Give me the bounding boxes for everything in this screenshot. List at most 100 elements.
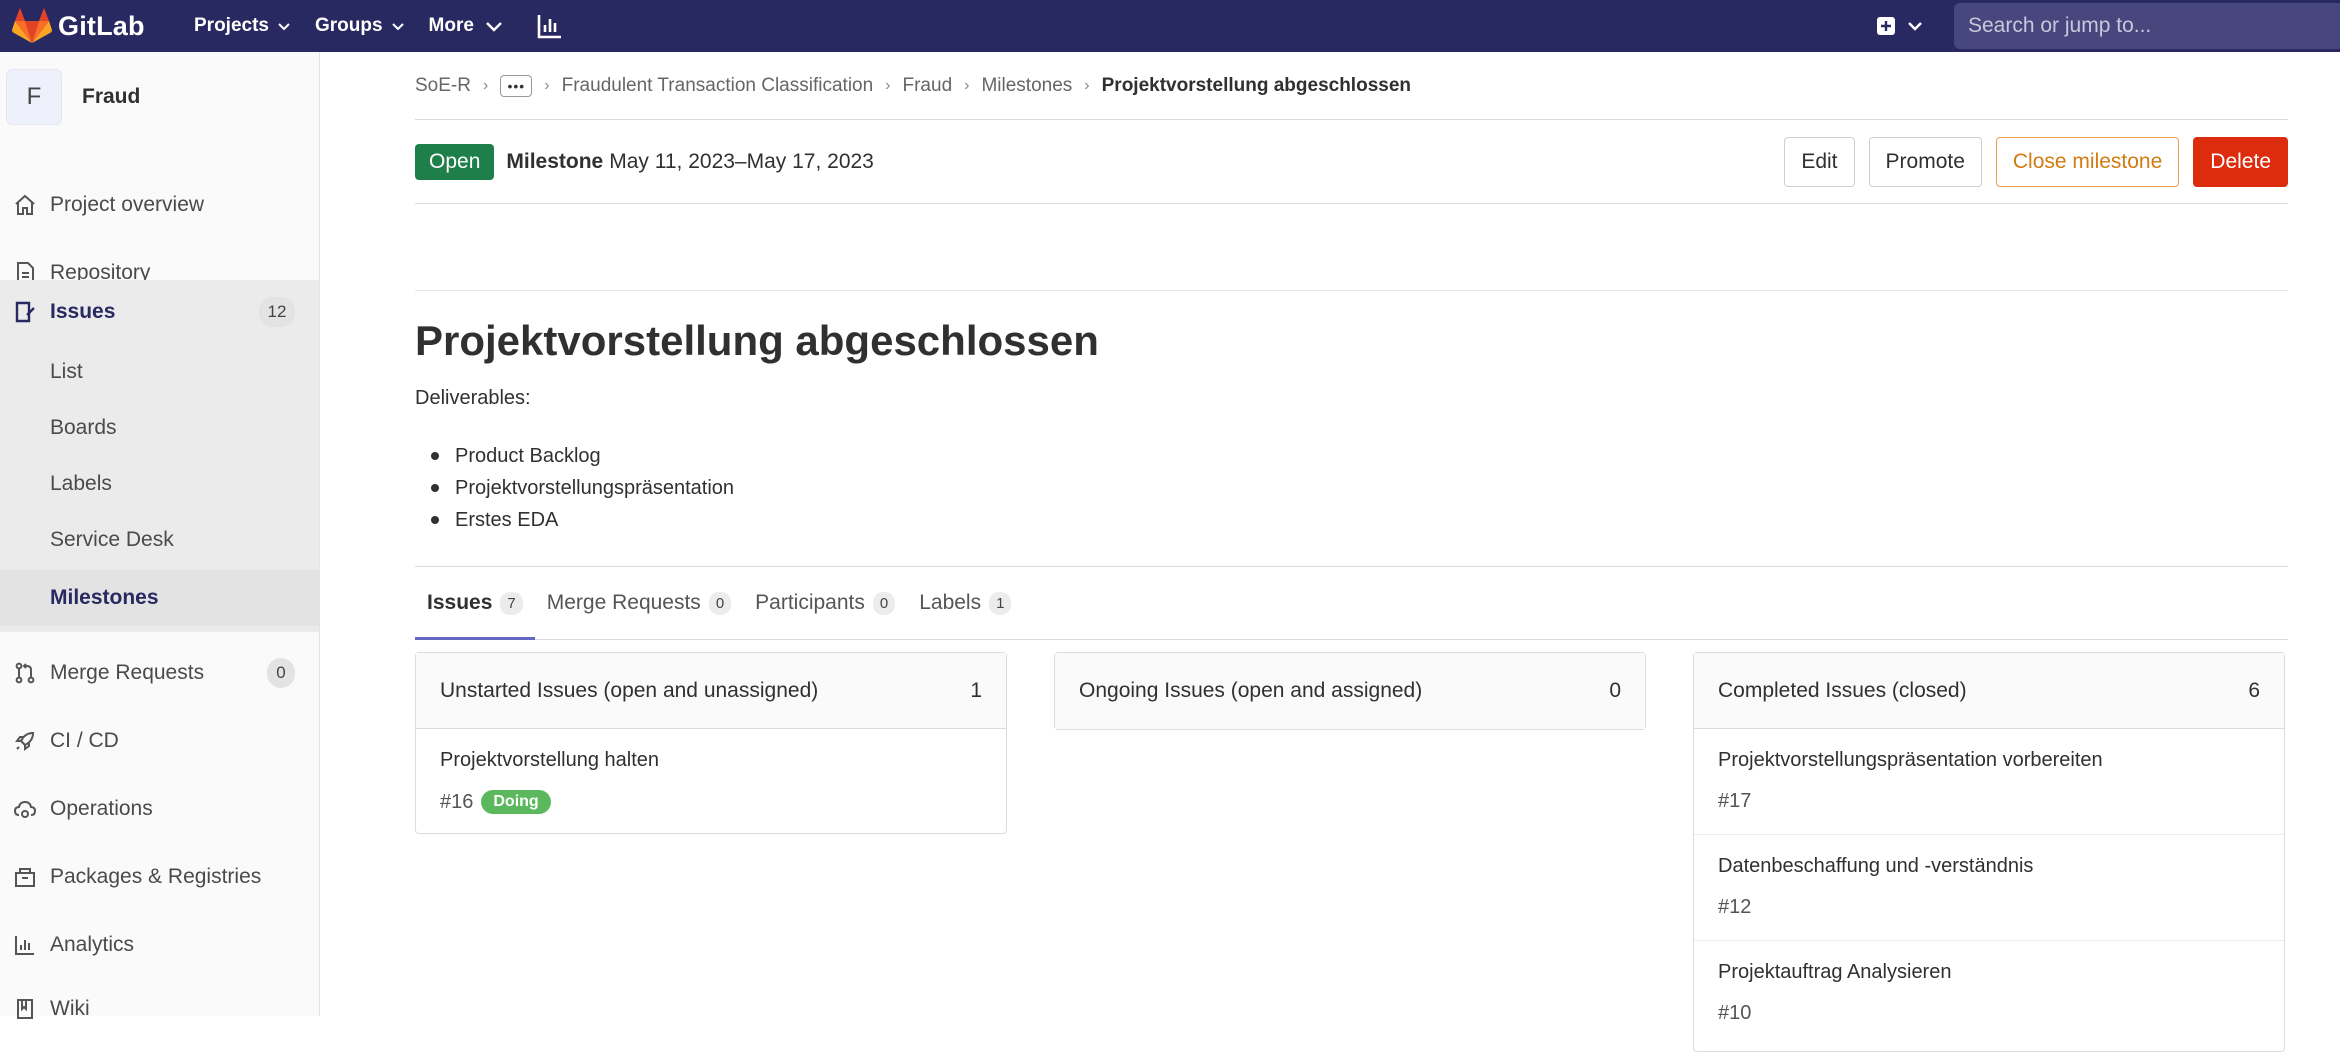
issue-title[interactable]: Datenbeschaffung und -verständnis (1718, 855, 2260, 878)
breadcrumb: SoE-R › ••• › Fraudulent Transaction Cla… (415, 52, 2288, 120)
issue-meta: #16 Doing (440, 790, 982, 814)
delete-button[interactable]: Delete (2193, 136, 2288, 187)
breadcrumb-item[interactable]: Fraud (903, 75, 953, 97)
milestone-dates: May 11, 2023–May 17, 2023 (609, 149, 874, 173)
breadcrumb-item[interactable]: Milestones (981, 75, 1072, 97)
stats-chart-icon[interactable] (536, 12, 564, 40)
sidebar-item-label: Project overview (50, 193, 205, 216)
panel-title: Ongoing Issues (open and assigned) (1079, 679, 1423, 702)
issue-ref: #12 (1718, 896, 1752, 918)
chevron-down-icon (1908, 22, 1922, 31)
sidebar-subitem-list[interactable]: List (0, 344, 319, 400)
tanuki-icon (12, 8, 52, 43)
project-header[interactable]: F Fraud (0, 52, 319, 142)
breadcrumb-expand-button[interactable]: ••• (500, 74, 533, 97)
tab-participants[interactable]: Participants 0 (743, 567, 907, 639)
panel-count: 1 (970, 678, 982, 702)
sidebar-subitem-service-desk[interactable]: Service Desk (0, 512, 319, 568)
chevron-right-icon: › (482, 76, 489, 94)
breadcrumb-item[interactable]: Fraudulent Transaction Classification (562, 75, 874, 97)
issue-item[interactable]: Projektvorstellung halten #16 Doing (416, 729, 1006, 833)
completed-issues-panel: Completed Issues (closed) 6 Projektvorst… (1693, 652, 2285, 1052)
panel-count: 0 (1609, 679, 1621, 702)
package-icon (12, 864, 38, 890)
ongoing-issues-panel: Ongoing Issues (open and assigned) 0 (1054, 652, 1646, 730)
issue-title[interactable]: Projektauftrag Analysieren (1718, 961, 2260, 984)
milestone-tabs: Issues 7 Merge Requests 0 Participants 0… (415, 566, 2288, 640)
chevron-right-icon: › (885, 76, 891, 94)
breadcrumb-item[interactable]: SoE-R (415, 75, 471, 97)
sidebar-item-operations[interactable]: Operations (0, 780, 319, 838)
nav-projects[interactable]: Projects (194, 15, 291, 37)
sidebar-item-label: Merge Requests (50, 661, 205, 684)
sidebar-subitem-label: Service Desk (50, 528, 174, 551)
close-milestone-button[interactable]: Close milestone (1995, 136, 2180, 187)
list-item-text: Projektvorstellungspräsentation (455, 476, 735, 499)
tab-issues[interactable]: Issues 7 (415, 567, 535, 640)
panel-title: Completed Issues (closed) (1718, 678, 1967, 702)
tab-labels[interactable]: Labels 1 (907, 567, 1023, 639)
list-item: Product Backlog (415, 440, 2288, 472)
sidebar-item-issues[interactable]: Issues 12 (0, 280, 319, 344)
promote-button[interactable]: Promote (1868, 136, 1982, 187)
sidebar-subitem-label: List (50, 360, 83, 383)
unstarted-issues-panel: Unstarted Issues (open and unassigned) 1… (415, 652, 1007, 834)
chevron-right-icon: › (1084, 76, 1090, 94)
issue-item[interactable]: Projektvorstellungspräsentation vorberei… (1694, 729, 2284, 835)
issue-title[interactable]: Projektvorstellungspräsentation vorberei… (1718, 749, 2260, 772)
chevron-right-icon: › (544, 76, 550, 94)
tab-count-badge: 0 (708, 591, 732, 615)
merge-requests-count-badge: 0 (267, 658, 295, 688)
issues-icon (12, 299, 38, 325)
divider (415, 290, 2288, 291)
tab-count-badge: 1 (989, 591, 1012, 615)
issue-meta: #12 (1718, 896, 2260, 919)
issue-item[interactable]: Projektauftrag Analysieren #10 (1694, 941, 2284, 1047)
tab-merge-requests[interactable]: Merge Requests 0 (535, 567, 743, 639)
sidebar-item-wiki[interactable]: Wiki (0, 980, 319, 1038)
chevron-down-icon (486, 22, 502, 32)
milestone-header: Open Milestone May 11, 2023–May 17, 2023… (415, 120, 2288, 204)
sidebar-item-label: Operations (50, 797, 153, 820)
deliverables-list: Product Backlog Projektvorstellungspräse… (415, 440, 2288, 536)
sidebar-item-analytics[interactable]: Analytics (0, 916, 319, 974)
issue-item[interactable]: Datenbeschaffung und -verständnis #12 (1694, 835, 2284, 941)
panel-header: Ongoing Issues (open and assigned) 0 (1055, 653, 1645, 729)
issue-title[interactable]: Projektvorstellung halten (440, 749, 982, 772)
top-navbar: GitLab Projects Groups More Search or ju… (0, 0, 2340, 52)
book-icon (12, 996, 38, 1022)
issue-meta: #10 (1718, 1002, 2260, 1025)
breadcrumb-current[interactable]: Projektvorstellung abgeschlossen (1102, 75, 1411, 97)
plus-square-icon (1877, 17, 1895, 35)
issue-meta: #17 (1718, 790, 2260, 813)
gitlab-logo[interactable]: GitLab (12, 8, 172, 44)
sidebar-item-label: Analytics (50, 933, 135, 956)
sidebar-subitem-labels[interactable]: Labels (0, 456, 319, 512)
cloud-gear-icon (12, 796, 38, 822)
description-label: Deliverables: (415, 387, 531, 409)
issue-label-badge[interactable]: Doing (481, 790, 551, 814)
project-name: Fraud (82, 85, 141, 108)
list-item-text: Product Backlog (455, 444, 601, 467)
home-icon (12, 192, 38, 218)
sidebar-subitem-milestones[interactable]: Milestones (0, 570, 319, 626)
milestone-actions: Edit Promote Close milestone Delete (1770, 136, 2288, 187)
nav-more[interactable]: More (429, 15, 504, 37)
sidebar-item-merge-requests[interactable]: Merge Requests 0 (0, 644, 319, 702)
nav-groups[interactable]: Groups (315, 15, 405, 37)
sidebar: F Fraud Project overview Repository Issu… (0, 52, 320, 1020)
issues-count-badge: 12 (259, 297, 295, 327)
sidebar-item-packages-registries[interactable]: Packages & Registries (0, 848, 319, 906)
sidebar-item-ci-cd[interactable]: CI / CD (0, 712, 319, 770)
new-dropdown-button[interactable] (1876, 16, 1924, 36)
main-content: SoE-R › ••• › Fraudulent Transaction Cla… (415, 52, 2288, 1052)
tab-count-badge: 0 (872, 591, 896, 615)
issue-ref: #16 (440, 790, 474, 813)
tab-label: Labels (919, 591, 982, 614)
sidebar-item-project-overview[interactable]: Project overview (0, 176, 319, 234)
edit-button[interactable]: Edit (1784, 136, 1855, 187)
sidebar-subitem-boards[interactable]: Boards (0, 400, 319, 456)
search-input[interactable]: Search or jump to... (1954, 3, 2340, 49)
chart-icon (12, 932, 38, 958)
panel-header: Completed Issues (closed) 6 (1694, 653, 2284, 729)
